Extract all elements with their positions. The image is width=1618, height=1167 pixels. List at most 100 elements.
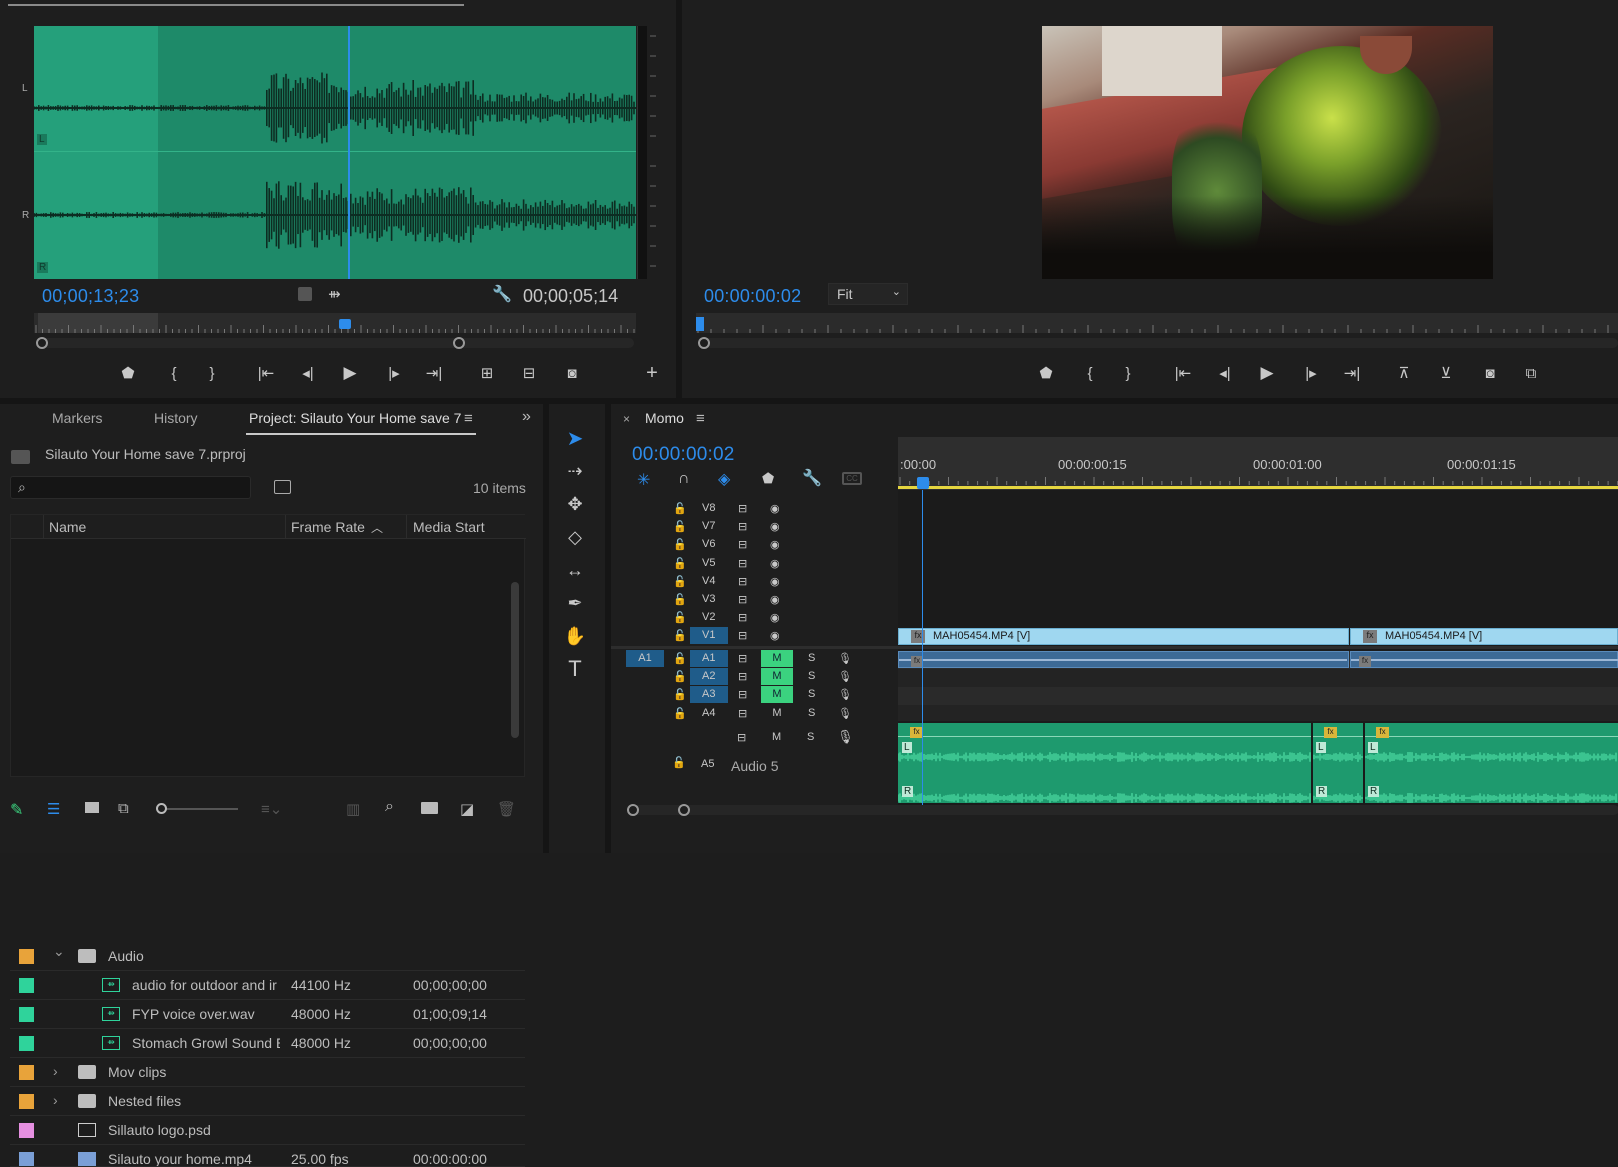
zoom-handle-right[interactable] <box>453 337 465 349</box>
label-color-swatch[interactable] <box>19 1094 34 1109</box>
track-label[interactable]: A4 <box>702 707 715 719</box>
pencil-icon[interactable]: ✎ <box>10 800 23 820</box>
clip-fx-badge[interactable]: fx <box>1359 656 1371 667</box>
program-export-frame-camera-icon[interactable]: ◙ <box>1479 362 1501 384</box>
timeline-add-marker-icon[interactable]: ⬟ <box>762 470 774 487</box>
drop-in-icon[interactable] <box>298 287 312 301</box>
lock-icon[interactable]: 🔓 <box>673 557 687 570</box>
track-label[interactable]: A3 <box>702 688 715 700</box>
lift-icon[interactable]: ⊼ <box>1393 362 1415 384</box>
program-time-ruler[interactable] <box>696 313 1618 333</box>
lock-icon[interactable]: 🔓 <box>673 670 687 683</box>
program-play-icon[interactable]: ▶ <box>1256 362 1278 384</box>
overwrite-icon[interactable]: ⊟ <box>518 362 540 384</box>
mute-button[interactable]: M <box>761 668 793 686</box>
sync-lock-icon[interactable]: ⊟ <box>738 557 747 570</box>
panel-menu-icon[interactable]: ≡ <box>464 410 473 427</box>
sync-lock-icon[interactable]: ⊟ <box>738 502 747 515</box>
source-patch[interactable]: A1 <box>626 650 664 667</box>
timeline-timecode[interactable]: 00:00:00:02 <box>632 444 735 466</box>
sequence-menu-icon[interactable]: ≡ <box>696 410 705 427</box>
list-scrollbar[interactable] <box>511 582 519 738</box>
label-color-swatch[interactable] <box>19 1065 34 1080</box>
label-color-swatch[interactable] <box>19 949 34 964</box>
sync-lock-icon[interactable]: ⊟ <box>738 670 747 683</box>
eye-icon[interactable]: ◉ <box>770 611 780 624</box>
pen-tool-icon[interactable]: ✒ <box>562 590 588 616</box>
add-marker-icon[interactable]: ⬟ <box>117 362 139 384</box>
captions-icon[interactable]: CC <box>842 472 862 485</box>
video-track-header[interactable]: 🔓 V6 ⊟ ◉ <box>612 536 898 554</box>
source-playhead[interactable] <box>348 26 350 279</box>
insert-icon[interactable]: ⊞ <box>476 362 498 384</box>
list-item[interactable]: Silauto your home.mp4 25.00 fps 00:00:00:0… <box>10 1145 525 1167</box>
list-item[interactable]: ⇻ audio for outdoor and ir 44100 Hz 00;00;0… <box>10 971 525 1000</box>
column-header-name[interactable]: Name <box>49 519 86 535</box>
clip-fx-badge[interactable]: fx <box>1363 630 1377 643</box>
program-go-to-in-icon[interactable]: |⇤ <box>1172 362 1194 384</box>
column-header-frame-rate[interactable]: Frame Rate <box>291 519 365 535</box>
track-label[interactable]: A1 <box>702 652 715 664</box>
timeline-settings-wrench-icon[interactable]: 🔧 <box>802 468 822 488</box>
ripple-edit-tool-icon[interactable]: ✥ <box>562 491 588 517</box>
mic-icon[interactable]: 🎙 <box>838 652 852 665</box>
audio-track-header[interactable]: 🔓 A3 ⊟ M S 🎙 <box>612 686 898 704</box>
track-label[interactable]: A2 <box>702 670 715 682</box>
track-label[interactable]: V5 <box>702 557 715 569</box>
track-select-tool-icon[interactable]: ⇢ <box>562 458 588 484</box>
video-track-header[interactable]: 🔓 V2 ⊟ ◉ <box>612 609 898 627</box>
lock-icon[interactable]: 🔓 <box>673 502 687 515</box>
automate-to-sequence-icon[interactable]: ▥ <box>346 800 360 818</box>
video-track-header[interactable]: 🔓 V4 ⊟ ◉ <box>612 573 898 591</box>
extract-icon[interactable]: ⊻ <box>1435 362 1457 384</box>
a5-lock-icon[interactable]: 🔓 <box>672 756 686 769</box>
program-zoom-handle[interactable] <box>698 337 710 349</box>
new-search-bin-icon[interactable] <box>274 480 291 494</box>
play-icon[interactable]: ▶ <box>339 362 361 384</box>
sync-lock-icon[interactable]: ⊟ <box>738 593 747 606</box>
mute-button[interactable]: M <box>761 686 793 704</box>
mute-button[interactable]: M <box>761 650 793 667</box>
track-label[interactable]: V7 <box>702 520 715 532</box>
video-track-header[interactable]: 🔓 V8 ⊟ ◉ <box>612 500 898 518</box>
compare-view-icon[interactable]: ⧉ <box>1520 362 1542 384</box>
search-input[interactable]: ⌕ <box>10 476 251 499</box>
video-clip[interactable]: fx MAH05454.MP4 [V] <box>1350 628 1618 645</box>
audio-track-header[interactable]: A1 🔓 A1 ⊟ M S 🎙 <box>612 650 898 668</box>
track-label[interactable]: V2 <box>702 611 715 623</box>
zoom-slider[interactable] <box>156 803 238 814</box>
go-to-in-icon[interactable]: |⇤ <box>255 362 277 384</box>
solo-button[interactable]: S <box>808 670 815 682</box>
program-timecode-current[interactable]: 00:00:00:02 <box>704 286 801 307</box>
audio-waveform-display[interactable]: L R <box>34 26 636 279</box>
zoom-handle-left[interactable] <box>36 337 48 349</box>
sync-lock-icon[interactable]: ⊟ <box>738 707 747 720</box>
video-track-header[interactable]: 🔓 V1 ⊟ ◉ <box>612 627 898 645</box>
timeline-zoom-right[interactable] <box>678 804 690 816</box>
tab-markers[interactable]: Markers <box>52 410 103 426</box>
zoom-level-select[interactable]: Fit ⌄ <box>828 283 908 305</box>
lock-icon[interactable]: 🔓 <box>673 611 687 624</box>
chevron-right-icon[interactable]: › <box>53 1063 58 1079</box>
eye-icon[interactable]: ◉ <box>770 557 780 570</box>
program-mark-in-icon[interactable]: { <box>1079 362 1101 384</box>
list-item[interactable]: › Mov clips <box>10 1058 525 1087</box>
find-icon[interactable]: ⌕ <box>385 798 394 816</box>
new-item-icon[interactable]: ◪ <box>460 800 474 818</box>
sync-lock-icon[interactable]: ⊟ <box>738 538 747 551</box>
settings-wrench-icon[interactable]: 🔧 <box>492 284 512 304</box>
lock-icon[interactable]: 🔓 <box>673 629 687 642</box>
new-bin-icon[interactable] <box>421 802 438 814</box>
slip-tool-icon[interactable]: ↔ <box>562 557 588 583</box>
icon-view-icon[interactable] <box>85 802 99 813</box>
snap-magnet-icon[interactable]: ∩ <box>678 470 690 488</box>
expand-panels-icon[interactable]: » <box>522 408 531 426</box>
track-label[interactable]: V4 <box>702 575 715 587</box>
go-to-out-icon[interactable]: ⇥| <box>423 362 445 384</box>
program-step-forward-icon[interactable]: |▸ <box>1300 362 1322 384</box>
mic-icon[interactable]: 🎙 <box>838 670 852 683</box>
chevron-down-icon[interactable]: ⌄ <box>53 943 65 960</box>
source-ruler-playhead[interactable] <box>339 319 351 329</box>
work-area-bar[interactable] <box>898 486 1618 489</box>
export-frame-camera-icon[interactable]: ◙ <box>561 362 583 384</box>
